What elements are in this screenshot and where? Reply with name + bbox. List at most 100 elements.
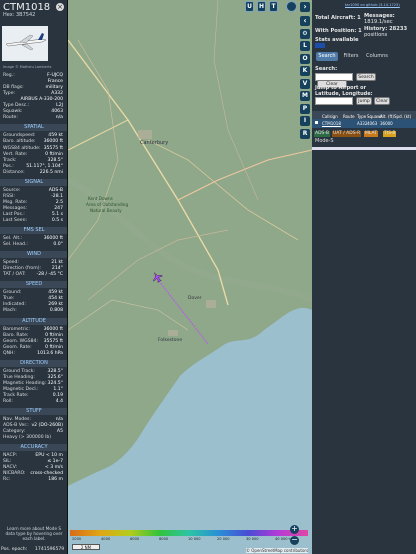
- section-spatial-header[interactable]: SPATIAL: [0, 124, 67, 132]
- legend-label: 4000: [101, 537, 111, 541]
- photo-credit: Image © Mathieu Lamberts: [3, 65, 52, 69]
- map-button-v[interactable]: V: [300, 78, 310, 89]
- detail-row: Distance: 226.5 nmi: [3, 170, 63, 176]
- aircraft-photo[interactable]: [2, 26, 48, 61]
- detail-value: 0.5 s: [51, 218, 63, 223]
- section-wind-header[interactable]: WIND: [0, 251, 67, 259]
- history-value: positions: [364, 32, 388, 38]
- altitude-legend: [70, 530, 308, 536]
- map-button-r[interactable]: R: [300, 128, 310, 139]
- detail-row: Heavy (> 300000 lb): [3, 435, 63, 441]
- table-cell: A332: [357, 121, 368, 126]
- settings-icon[interactable]: ⚙: [300, 29, 310, 39]
- map-button-m[interactable]: M: [300, 91, 310, 101]
- detail-value: 0.808: [49, 308, 63, 314]
- detail-key: Roll:: [3, 399, 13, 404]
- legend-label: 40 000+: [275, 537, 291, 541]
- messages-value: 1819.1/sec: [364, 19, 393, 25]
- map-button-k[interactable]: K: [300, 66, 310, 76]
- detail-value: n/a: [55, 115, 63, 121]
- close-icon[interactable]: ×: [56, 3, 64, 11]
- zoom-in-button[interactable]: +: [290, 525, 299, 534]
- detail-row: Mach: 0.808: [3, 308, 63, 314]
- map-button-i[interactable]: I: [300, 116, 310, 126]
- search-button[interactable]: Search: [356, 73, 376, 81]
- chevron-right-icon[interactable]: ›: [300, 2, 310, 12]
- source-legend-chip: MLAT: [364, 131, 378, 137]
- aircraft-info-panel: CTM1018 Hex: 3B7542 × Image © Mathieu La…: [0, 0, 68, 554]
- detail-value: 4.4: [55, 399, 63, 404]
- map-button-o[interactable]: O: [300, 53, 310, 64]
- place-label: Area of Outstanding: [86, 202, 129, 207]
- legend-label: 30 000: [246, 537, 259, 541]
- source-legend-chip: UAT / ADS-R: [332, 131, 362, 137]
- tab-columns[interactable]: Columns: [364, 52, 390, 61]
- detail-key: QNH:: [3, 350, 16, 356]
- chevron-left-icon[interactable]: ‹: [300, 16, 310, 26]
- map-canvas[interactable]: [68, 0, 312, 554]
- table-cell: 36000: [380, 121, 393, 126]
- table-cell: 4063: [367, 121, 378, 126]
- total-aircraft: Total Aircraft: 1: [315, 15, 361, 21]
- jump-label: Jump to Airport or Latitude, Longitude:: [315, 85, 373, 97]
- map-button-l[interactable]: L: [300, 41, 310, 51]
- detail-key: Distance:: [3, 169, 25, 175]
- jump-button[interactable]: Jump: [356, 97, 372, 105]
- detail-key: Mach:: [3, 308, 17, 314]
- detail-row: Route: n/a: [3, 115, 63, 121]
- section-accuracy-header[interactable]: ACCURACY: [0, 444, 67, 452]
- with-position: With Position: 1: [315, 28, 362, 34]
- detail-value: 0.0°: [53, 242, 63, 248]
- table-scrollbar[interactable]: [312, 147, 416, 150]
- detail-value: -28 / -45 °C: [36, 272, 63, 278]
- place-label: Folkestone: [158, 338, 183, 343]
- detail-key: TAT / OAT:: [3, 272, 26, 278]
- learn-more-note: Learn more about Mode S data type by hov…: [5, 526, 63, 541]
- map-attribution[interactable]: © OpenStreetMap contributors: [246, 548, 309, 553]
- place-label: Dover: [188, 296, 202, 301]
- clear-button[interactable]: Clear: [374, 97, 390, 105]
- detail-value: 186 m: [48, 477, 63, 483]
- source-legend-chip: TIS-B: [383, 131, 397, 137]
- section-fms-header[interactable]: FMS SEL: [0, 227, 67, 235]
- map-button-h[interactable]: H: [257, 1, 266, 12]
- legend-label: 2000: [72, 537, 82, 541]
- tab-search[interactable]: Search: [316, 52, 338, 61]
- zoom-out-button[interactable]: −: [290, 536, 299, 545]
- detail-row: QNH: 1013.6 hPa: [3, 351, 63, 357]
- aircraft-hex: Hex: 3B7542: [3, 12, 36, 18]
- airplane-photo-icon: [2, 26, 48, 61]
- status-panel: tar1090 on github (3.14.1725) Total Airc…: [312, 0, 416, 554]
- section-speed-header[interactable]: SPEED: [0, 281, 67, 289]
- tab-filters[interactable]: Filters: [340, 52, 362, 61]
- layers-icon[interactable]: [286, 1, 297, 12]
- detail-key: Rc:: [3, 477, 11, 483]
- detail-row: TAT / OAT: -28 / -45 °C: [3, 272, 63, 278]
- row-checkbox[interactable]: [315, 121, 318, 124]
- jump-input[interactable]: [315, 97, 353, 105]
- legend-label: 6000: [130, 537, 140, 541]
- detail-value: 226.5 nmi: [39, 169, 63, 175]
- section-stuff-header[interactable]: STUFF: [0, 408, 67, 416]
- source-legend-chip: ADS-B: [314, 131, 330, 137]
- map-button-p[interactable]: P: [300, 103, 310, 114]
- scale-bar: 2 NM: [72, 544, 100, 550]
- detail-key: Route:: [3, 115, 18, 121]
- detail-row: Rc: 186 m: [3, 477, 63, 483]
- detail-row: Roll: 4.4: [3, 399, 63, 405]
- section-altitude-header[interactable]: ALTITUDE: [0, 317, 67, 325]
- github-link[interactable]: tar1090 on github (3.14.1725): [345, 3, 400, 7]
- stats-link[interactable]: [315, 43, 325, 48]
- map-button-u[interactable]: U: [245, 1, 254, 12]
- map-view[interactable]: Canterbury Kent Downs Area of Outstandin…: [68, 0, 312, 554]
- place-label: Canterbury: [140, 140, 169, 146]
- legend-label: 8000: [159, 537, 169, 541]
- section-direction-header[interactable]: DIRECTION: [0, 359, 67, 367]
- legend-label: 10 000: [188, 537, 201, 541]
- detail-row: Last Seen: 0.5 s: [3, 218, 63, 224]
- detail-value: 1013.6 hPa: [37, 350, 63, 356]
- section-signal-header[interactable]: SIGNAL: [0, 178, 67, 186]
- map-button-t[interactable]: T: [269, 1, 278, 12]
- detail-key: Last Seen:: [3, 218, 28, 223]
- detail-key: Sel. Head.:: [3, 242, 28, 248]
